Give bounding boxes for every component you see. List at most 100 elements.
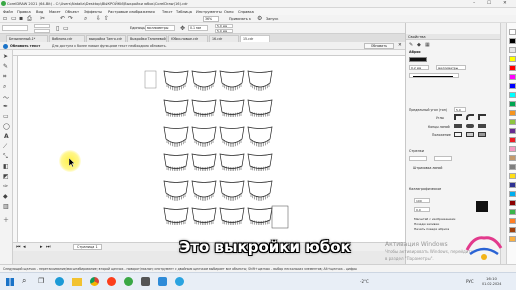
zoom-tool-icon[interactable]: ⌕	[3, 83, 6, 91]
page-height-field[interactable]	[34, 29, 50, 33]
interactive-fill-tool-icon[interactable]: ◆	[3, 193, 8, 200]
duplicate-y-field[interactable]: 5.0 мм	[215, 29, 233, 33]
palette-swatch[interactable]	[509, 137, 516, 143]
palette-swatch[interactable]	[509, 92, 516, 98]
drop-shadow-tool-icon[interactable]: ◧	[3, 163, 9, 170]
maximize-button[interactable]: ☐	[487, 1, 491, 6]
skirt-pattern[interactable]	[247, 126, 273, 147]
doc-tab-untitled[interactable]: Безымянный-1*	[6, 35, 48, 42]
print-icon[interactable]: ⎙	[27, 15, 32, 23]
skirt-pattern[interactable]	[163, 180, 189, 201]
doc-tab-16[interactable]: 16.cdr	[209, 35, 239, 42]
palette-swatch[interactable]	[509, 65, 516, 71]
skirt-pattern[interactable]	[271, 205, 289, 229]
notice-close-icon[interactable]: ✕	[398, 43, 402, 48]
export-icon[interactable]: ⇧	[104, 15, 109, 22]
palette-swatch[interactable]	[509, 218, 516, 224]
snap-to-dropdown[interactable]: Привязать к	[229, 17, 251, 21]
menu-tools[interactable]: Инструменты	[196, 10, 222, 14]
doc-tab-template[interactable]: Ваблона.cdr	[49, 35, 85, 42]
palette-swatch[interactable]	[509, 164, 516, 170]
corner-mitered-icon[interactable]	[454, 114, 462, 120]
shape-tool-icon[interactable]: ✎	[3, 63, 8, 70]
minimize-button[interactable]: –	[473, 1, 475, 6]
smart-fill-tool-icon[interactable]: ▥	[3, 203, 9, 210]
skirt-pattern[interactable]	[163, 99, 189, 117]
undo-icon[interactable]: ↶	[60, 15, 65, 22]
start-arrow-dropdown[interactable]	[409, 156, 427, 161]
skirt-pattern[interactable]	[191, 153, 217, 171]
cut-icon[interactable]: ✂	[40, 15, 45, 22]
prev-page-icon[interactable]: ◂	[23, 244, 26, 250]
ellipse-tool-icon[interactable]: ◯	[3, 123, 10, 130]
save-icon[interactable]: ▪	[19, 15, 23, 22]
pick-tool-icon[interactable]: ➤	[3, 53, 8, 60]
page-width-field[interactable]	[34, 24, 50, 28]
outline-tab-icon[interactable]: ✎	[409, 42, 413, 48]
parallel-dimension-tool-icon[interactable]: ⟋	[3, 143, 7, 151]
clock-date[interactable]: 01.02.2024	[482, 282, 501, 286]
menu-table[interactable]: Таблица	[176, 10, 192, 14]
camera-app-icon[interactable]	[141, 277, 150, 286]
palette-swatch[interactable]	[509, 173, 516, 179]
open-icon[interactable]: ▭	[11, 15, 17, 22]
add-tool-icon[interactable]: ＋	[3, 215, 9, 224]
skirt-pattern[interactable]	[219, 180, 245, 201]
yandex-icon[interactable]	[107, 277, 116, 286]
rectangle-tool-icon[interactable]: ▭	[3, 113, 9, 120]
skirt-pattern[interactable]	[219, 153, 245, 171]
palette-swatch[interactable]	[509, 101, 516, 107]
skirt-pattern[interactable]	[219, 207, 245, 225]
skirt-pattern[interactable]	[163, 153, 189, 171]
file-explorer-icon[interactable]	[72, 278, 82, 286]
task-view-icon[interactable]: ❐	[38, 277, 44, 285]
skirt-pattern[interactable]	[247, 180, 273, 201]
language-indicator[interactable]: РУС	[466, 279, 474, 284]
calligraphy-width-field[interactable]: 100	[414, 198, 430, 203]
import-icon[interactable]: ⇩	[96, 15, 101, 22]
transparency-tool-icon[interactable]: ◩	[3, 173, 9, 180]
cap-round-icon[interactable]	[466, 124, 474, 128]
new-document-icon[interactable]: ▫	[3, 15, 7, 22]
portrait-icon[interactable]: ▯	[56, 25, 59, 32]
skirt-patterns-drawing[interactable]	[18, 56, 405, 242]
transparency-tab-icon[interactable]: ▦	[425, 42, 430, 48]
edge-icon[interactable]	[55, 277, 64, 286]
connector-tool-icon[interactable]: ⤡	[3, 153, 8, 161]
menu-object[interactable]: Объект	[65, 10, 79, 14]
gear-icon[interactable]: ⚙	[257, 15, 262, 22]
chrome-icon[interactable]	[90, 277, 99, 286]
menu-bitmaps[interactable]: Растровые изображения	[108, 10, 155, 14]
menu-help[interactable]: Справка	[238, 10, 254, 14]
text-tool-icon[interactable]: A	[4, 133, 9, 140]
palette-swatch[interactable]	[509, 155, 516, 161]
palette-swatch[interactable]	[509, 191, 516, 197]
first-page-icon[interactable]: ⏮	[16, 244, 21, 250]
last-page-icon[interactable]: ⏭	[46, 244, 51, 250]
palette-swatch[interactable]	[509, 47, 516, 53]
corner-bevel-icon[interactable]	[478, 114, 486, 120]
skirt-pattern[interactable]	[219, 99, 245, 117]
coreldraw-icon[interactable]	[124, 277, 133, 286]
outline-units-dropdown[interactable]: миллиметры	[436, 65, 466, 70]
weather-temp[interactable]: -2°C	[360, 279, 369, 284]
skirt-pattern[interactable]	[163, 70, 189, 91]
menu-window[interactable]: Окно	[224, 10, 234, 14]
menu-file[interactable]: Файл	[3, 10, 13, 14]
skirt-pattern[interactable]	[163, 207, 189, 225]
menu-layout[interactable]: Макет	[49, 10, 61, 14]
palette-swatch[interactable]	[509, 209, 516, 215]
skirt-pattern[interactable]	[247, 153, 273, 171]
skirt-pattern[interactable]	[247, 207, 273, 225]
skirt-pattern[interactable]	[191, 207, 217, 225]
skirt-pattern[interactable]	[191, 126, 217, 147]
end-arrow-dropdown[interactable]	[434, 156, 452, 161]
telegram-icon[interactable]	[175, 277, 184, 286]
skirt-pattern[interactable]	[163, 126, 189, 147]
landscape-icon[interactable]: ▭	[63, 25, 69, 32]
position-center-icon[interactable]	[466, 132, 474, 137]
clock-time[interactable]: 16:10	[486, 276, 497, 281]
windows-start-icon[interactable]	[6, 278, 14, 286]
palette-swatch[interactable]	[509, 200, 516, 206]
cap-butt-icon[interactable]	[454, 124, 462, 128]
